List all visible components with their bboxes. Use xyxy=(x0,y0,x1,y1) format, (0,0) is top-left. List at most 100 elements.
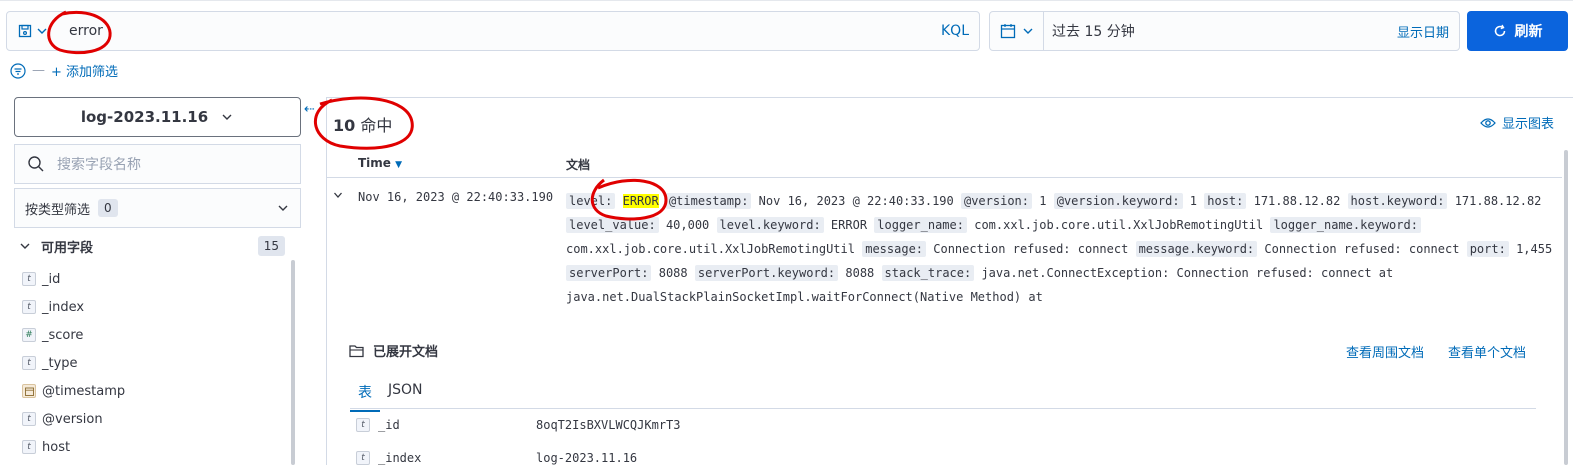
string-type-icon: t xyxy=(22,356,36,370)
field-value: log-2023.11.16 xyxy=(536,451,638,465)
table-header: Time ▼ 文档 xyxy=(326,152,1562,178)
add-filter-button[interactable]: + 添加筛选 xyxy=(51,61,118,80)
show-chart-button[interactable]: 显示图表 xyxy=(1480,113,1554,132)
document-field-value: ERROR xyxy=(622,194,659,208)
field-item[interactable]: # _score xyxy=(22,321,288,349)
divider: — xyxy=(32,63,45,78)
field-value: 8oqT2IsBXVLWCQJKmrT3 xyxy=(536,418,681,432)
document-field-key: serverPort: xyxy=(566,265,652,281)
time-range-text[interactable]: 过去 15 分钟 xyxy=(1044,21,1397,41)
table-row: t _id 8oqT2IsBXVLWCQJKmrT3 xyxy=(356,418,681,432)
field-item[interactable]: t @version xyxy=(22,405,288,433)
query-bar: error KQL xyxy=(6,11,980,51)
save-icon xyxy=(18,24,32,38)
document-summary: level: ERROR @timestamp: Nov 16, 2023 @ … xyxy=(566,189,1556,309)
query-language-button[interactable]: KQL xyxy=(941,23,979,39)
document-field-key: host: xyxy=(1204,193,1247,209)
available-fields-header[interactable]: 可用字段 15 xyxy=(19,236,285,256)
field-name: @timestamp xyxy=(42,383,126,399)
document-field: port: 1,455 xyxy=(1466,241,1553,257)
document-field-key: level_value: xyxy=(566,217,659,233)
field-name: @version xyxy=(42,411,103,427)
refresh-button[interactable]: 刷新 xyxy=(1467,11,1568,51)
index-pattern-selector[interactable]: log-2023.11.16 xyxy=(14,97,301,137)
show-chart-label: 显示图表 xyxy=(1502,117,1555,132)
field-item[interactable]: t _index xyxy=(22,293,288,321)
field-name: host xyxy=(42,439,71,455)
document-field: message.keyword: Connection refused: con… xyxy=(1135,241,1467,257)
calendar-icon xyxy=(1000,24,1015,39)
field-item[interactable]: t _type xyxy=(22,349,288,377)
document-field: @timestamp: Nov 16, 2023 @ 22:40:33.190 xyxy=(665,193,961,209)
collapse-sidebar-icon[interactable]: ⇠ xyxy=(304,102,315,117)
document-field-value: 1 xyxy=(1039,194,1047,208)
document-field-key: message: xyxy=(862,241,927,257)
available-fields-label: 可用字段 xyxy=(41,240,94,256)
filter-icon[interactable] xyxy=(10,62,26,79)
chevron-down-icon xyxy=(1023,28,1032,34)
string-type-icon: t xyxy=(22,412,36,426)
field-item[interactable]: t _id xyxy=(22,265,288,293)
time-column-header[interactable]: Time ▼ xyxy=(358,156,402,170)
document-field-key: @version: xyxy=(960,193,1033,209)
document-links: 查看周围文档 查看单个文档 xyxy=(1346,342,1526,361)
document-field-value: com.xxl.job.core.util.XxlJobRemotingUtil xyxy=(566,242,855,256)
field-name: _score xyxy=(42,327,84,343)
document-field-value: Connection refused: connect xyxy=(933,242,1129,256)
chevron-down-icon xyxy=(278,205,288,211)
document-field-value: Connection refused: connect xyxy=(1264,242,1460,256)
sidebar-scrollbar[interactable] xyxy=(291,260,295,465)
quick-menu-button[interactable] xyxy=(990,12,1044,50)
tab-divider xyxy=(350,408,1536,409)
string-type-icon: t xyxy=(356,451,370,465)
string-type-icon: t xyxy=(22,300,36,314)
date-picker: 过去 15 分钟 显示日期 xyxy=(989,11,1460,51)
document-field-value: 1,455 xyxy=(1516,242,1553,256)
refresh-label: 刷新 xyxy=(1514,24,1543,40)
field-name: _id xyxy=(42,271,61,287)
document-field: logger_name: com.xxl.job.core.util.XxlJo… xyxy=(874,217,1270,233)
document-field-key: @timestamp: xyxy=(665,193,752,209)
document-field-key: stack_trace: xyxy=(881,265,975,281)
document-field-key: logger_name.keyword: xyxy=(1270,217,1421,233)
field-item[interactable]: t host xyxy=(22,433,288,461)
row-timestamp: Nov 16, 2023 @ 22:40:33.190 xyxy=(358,190,554,204)
filter-row: — + 添加筛选 xyxy=(10,61,118,80)
show-dates-link[interactable]: 显示日期 xyxy=(1397,22,1459,41)
hit-count: 10 命中 xyxy=(333,112,392,136)
document-field-value: ERROR xyxy=(830,218,868,232)
expanded-document-header: 已展开文档 xyxy=(349,341,438,360)
document-field: serverPort: 8088 xyxy=(566,265,695,281)
saved-query-button[interactable] xyxy=(7,12,59,50)
document-field-value: 171.88.12.82 xyxy=(1454,194,1542,208)
type-filter-label: 按类型筛选 xyxy=(25,202,91,218)
available-fields-count: 15 xyxy=(257,236,285,256)
main-scrollbar[interactable] xyxy=(1564,150,1568,465)
field-name: _type xyxy=(42,355,78,371)
search-input[interactable]: error xyxy=(59,23,941,39)
chevron-down-icon xyxy=(222,114,232,120)
document-column-header: 文档 xyxy=(566,158,591,172)
field-item[interactable]: @timestamp xyxy=(22,377,288,405)
field-name: _id xyxy=(378,418,400,432)
document-field-value: 1 xyxy=(1189,194,1198,208)
document-field-key: level: xyxy=(566,193,616,209)
refresh-icon xyxy=(1494,24,1505,37)
document-field: @version: 1 xyxy=(960,193,1054,209)
document-field: host.keyword: 171.88.12.82 xyxy=(1347,193,1542,209)
document-field-key: serverPort.keyword: xyxy=(694,265,839,281)
view-single-link[interactable]: 查看单个文档 xyxy=(1448,342,1526,361)
document-field: level: ERROR xyxy=(566,193,666,209)
document-field-key: message.keyword: xyxy=(1135,241,1258,257)
view-surrounding-link[interactable]: 查看周围文档 xyxy=(1346,342,1424,361)
type-filter-button[interactable]: 按类型筛选 0 xyxy=(14,188,301,228)
field-search-input[interactable]: 搜索字段名称 xyxy=(14,144,301,184)
expand-row-icon[interactable] xyxy=(333,190,343,203)
date-type-icon xyxy=(22,384,36,398)
field-list: t _id t _index # _score t _type @timestamp t… xyxy=(22,265,288,461)
document-field-key: level.keyword: xyxy=(716,217,824,233)
sort-down-icon[interactable]: ▼ xyxy=(395,160,402,170)
document-field: serverPort.keyword: 8088 xyxy=(694,265,882,281)
field-name: _index xyxy=(378,451,422,465)
document-field-value: Nov 16, 2023 @ 22:40:33.190 xyxy=(758,194,954,208)
